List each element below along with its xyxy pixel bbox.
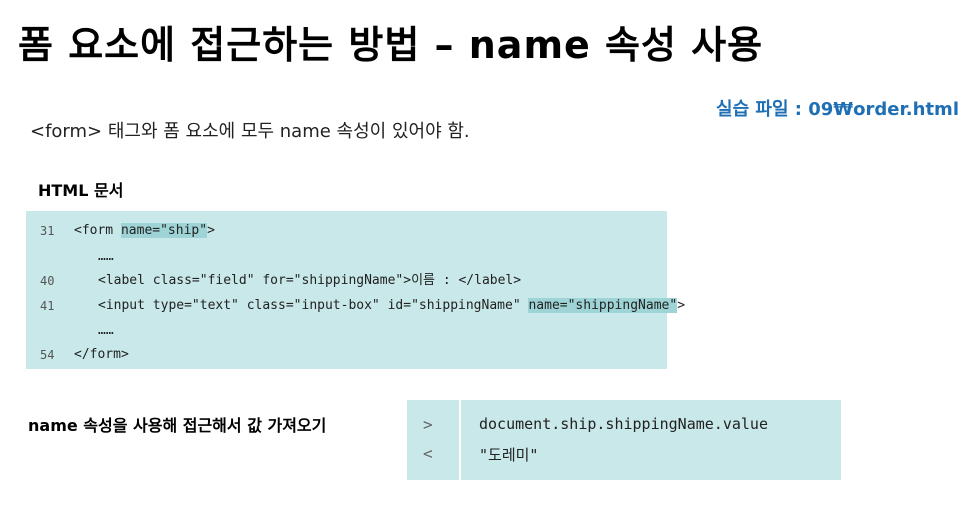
line-code: </form> bbox=[74, 347, 129, 362]
intro-text: <form> 태그와 폼 요소에 모두 name 속성이 있어야 함. bbox=[30, 121, 470, 142]
html-document-label: HTML 문서 bbox=[38, 181, 124, 200]
code-text: > bbox=[207, 223, 215, 238]
code-line: 41 <input type="text" class="input-box" … bbox=[26, 296, 685, 316]
line-number: 54 bbox=[40, 348, 55, 362]
line-code: <label class="field" for="shippingName">… bbox=[98, 273, 522, 288]
output-prompt-icon: < bbox=[423, 444, 433, 463]
code-highlight: name="ship" bbox=[120, 223, 208, 238]
input-prompt-icon: > bbox=[423, 415, 433, 434]
console-output: "도레미" bbox=[479, 446, 539, 464]
line-code: …… bbox=[98, 323, 114, 338]
line-number: 31 bbox=[40, 224, 55, 238]
practice-file-label: 실습 파일 : 09₩order.html bbox=[716, 99, 959, 120]
code-text: <form bbox=[74, 223, 121, 238]
code-line: …… bbox=[26, 247, 667, 267]
code-block: 31 <form name="ship"> …… 40 <label class… bbox=[26, 211, 685, 369]
code-highlight: name="shippingName" bbox=[528, 298, 678, 313]
name-access-label: name 속성을 사용해 접근해서 값 가져오기 bbox=[28, 416, 327, 435]
code-line: 40 <label class="field" for="shippingNam… bbox=[26, 271, 667, 291]
code-line: 54 </form> bbox=[26, 345, 667, 365]
line-code: <input type="text" class="input-box" id=… bbox=[98, 296, 685, 316]
line-code: …… bbox=[98, 249, 114, 264]
console-input: document.ship.shippingName.value bbox=[479, 415, 768, 433]
code-line: …… bbox=[26, 321, 667, 341]
code-text: > bbox=[677, 298, 686, 313]
page-title: 폼 요소에 접근하는 방법 – name 속성 사용 bbox=[18, 23, 764, 67]
console-divider bbox=[459, 400, 461, 480]
console-panel: > document.ship.shippingName.value < "도레… bbox=[407, 400, 841, 480]
line-number: 41 bbox=[40, 299, 55, 313]
code-line: 31 <form name="ship"> bbox=[26, 221, 667, 241]
line-code: <form name="ship"> bbox=[74, 221, 215, 241]
line-number: 40 bbox=[40, 274, 55, 288]
code-text: <input type="text" class="input-box" id=… bbox=[98, 298, 529, 313]
